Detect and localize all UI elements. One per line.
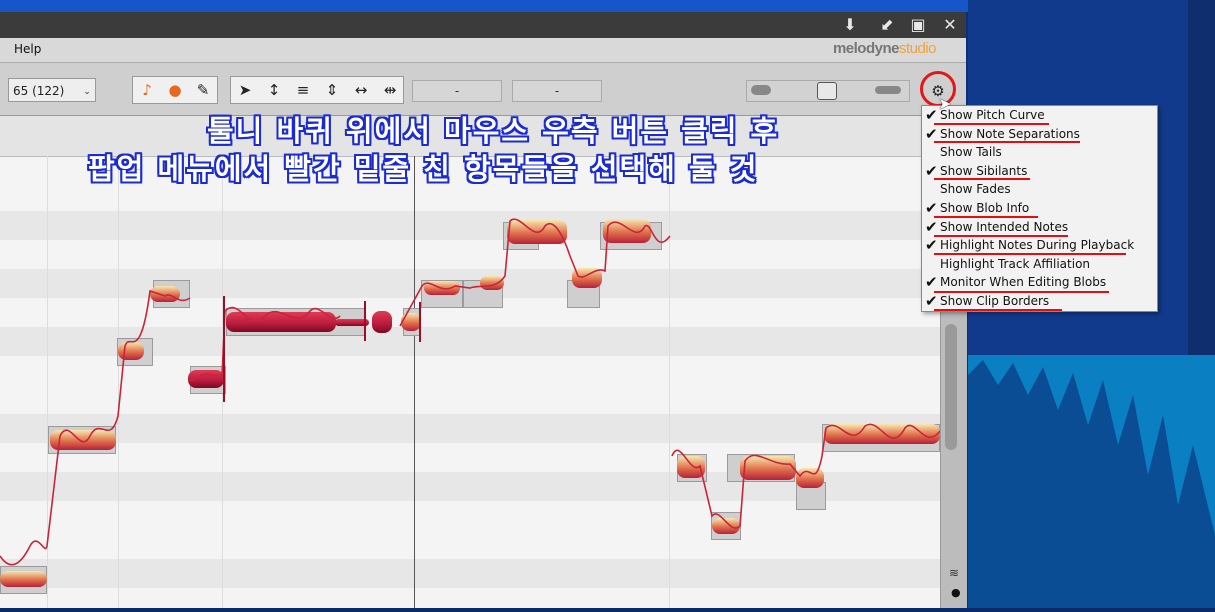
scroll-thumb[interactable]	[945, 324, 957, 450]
menu-item-monitor-when-editing-blobs[interactable]: ✔ Monitor When Editing Blobs	[922, 273, 1155, 292]
close-icon[interactable]: ✕	[940, 15, 960, 35]
menu-item-show-fades[interactable]: Show Fades	[922, 180, 1155, 199]
formant-tool-icon[interactable]: ≡	[289, 77, 317, 103]
mouse-cursor-icon: ➤	[938, 94, 952, 113]
red-underline	[934, 141, 1080, 143]
menu-help[interactable]: Help	[14, 42, 41, 56]
menu-item-label: Highlight Track Affiliation	[940, 256, 1091, 271]
red-underline	[934, 291, 1109, 293]
daw-track-lane	[1188, 0, 1215, 355]
blob-size-slider[interactable]	[746, 80, 910, 102]
blob-tool-icon[interactable]: ●	[161, 77, 189, 103]
menu-item-label: Show Tails	[940, 145, 1002, 160]
annotation-line-2: 팝업 메뉴에서 빨간 밑줄 친 항목들을 선택해 둘 것	[88, 152, 759, 186]
menu-item-label: Show Fades	[940, 182, 1011, 197]
melodyne-logo: melodynestudio	[832, 40, 937, 57]
logo-edition: studio	[898, 40, 937, 57]
daw-waveform-top	[0, 0, 968, 12]
menu-item-highlight-track-affiliation[interactable]: Highlight Track Affiliation	[922, 255, 1155, 274]
daw-waveform-right	[968, 355, 1215, 608]
pin-icon[interactable]: ⬇	[840, 15, 860, 35]
timing-field[interactable]: -	[512, 80, 602, 102]
menu-bar: Help melodynestudio	[0, 38, 966, 63]
red-underline	[934, 235, 1068, 237]
slider-left-icon	[751, 85, 771, 95]
scroll-dot-icon: ●	[951, 586, 961, 599]
main-tool-icon[interactable]: ♪	[133, 77, 161, 103]
time-tool-icon[interactable]: ↔	[347, 77, 375, 103]
checkmark-icon: ✔	[925, 217, 938, 236]
note-editor[interactable]	[0, 116, 940, 608]
maximize-icon[interactable]: ▣	[908, 15, 928, 35]
pitch-field[interactable]: -	[412, 80, 502, 102]
annotation-line-1: 툴니 바퀴 위에서 마우스 우측 버튼 클릭 후	[207, 114, 780, 148]
menu-item-show-intended-notes[interactable]: ✔ Show Intended Notes	[922, 218, 1155, 237]
menu-item-label: Show Intended Notes	[940, 219, 1069, 234]
melodyne-window: ⬇ ⬋ ▣ ✕ Help melodynestudio 65 (122) ⌄ ♪…	[0, 12, 967, 608]
slider-handle[interactable]	[817, 82, 837, 100]
separation-tool-icon[interactable]: ⇹	[376, 77, 404, 103]
pointer-icon[interactable]: ➤	[231, 77, 259, 103]
menu-item-label: Monitor When Editing Blobs	[940, 275, 1107, 290]
amplitude-tool-icon[interactable]: ⇕	[318, 77, 346, 103]
context-menu: ✔ Show Pitch Curve ✔ Show Note Separations…	[921, 105, 1158, 312]
pitch-curve	[0, 218, 940, 566]
undock-icon[interactable]: ⬋	[877, 15, 897, 35]
red-underline	[934, 309, 1062, 311]
checkmark-icon: ✔	[925, 273, 938, 292]
tool-group-main: ♪ ● ✎	[132, 76, 218, 104]
waveform-graphic	[968, 360, 1215, 608]
red-underline	[934, 253, 1126, 255]
red-underline	[934, 123, 1049, 125]
pitch-tool-icon[interactable]: ↕	[260, 77, 288, 103]
red-underline	[934, 216, 1038, 218]
zoom-icon[interactable]: ≋	[949, 566, 959, 580]
chevron-down-icon[interactable]: ⌄	[80, 79, 94, 101]
logo-brand: melodyne	[832, 40, 900, 57]
slider-right-icon	[875, 86, 901, 94]
tool-group-edit: ➤ ↕ ≡ ⇕ ↔ ⇹	[230, 76, 404, 104]
wrench-icon[interactable]: ✎	[189, 77, 217, 103]
red-underline	[934, 178, 1030, 180]
menu-item-show-tails[interactable]: Show Tails	[922, 143, 1155, 162]
window-titlebar: ⬇ ⬋ ▣ ✕	[0, 12, 966, 38]
